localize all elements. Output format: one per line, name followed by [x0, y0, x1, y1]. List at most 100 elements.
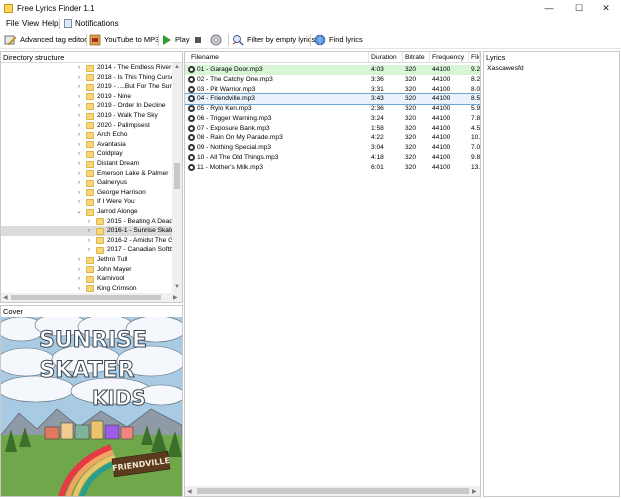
directory-horizontal-scrollbar[interactable]: ◀ ▶: [1, 293, 182, 302]
tree-item[interactable]: › 2019 - Order In Decline: [1, 101, 172, 111]
column-header-filename[interactable]: Filename: [185, 52, 369, 63]
files-horizontal-scrollbar[interactable]: ◀ ▶: [185, 486, 480, 496]
chevron-right-icon[interactable]: ›: [75, 121, 83, 131]
chevron-right-icon[interactable]: ›: [75, 140, 83, 150]
maximize-button[interactable]: ☐: [564, 0, 594, 17]
file-row[interactable]: 10 - All The Old Things.mp3 4:18 320 44100 9…: [185, 153, 480, 163]
tree-item-label: Coldplay: [97, 150, 123, 158]
chevron-right-icon[interactable]: ›: [75, 159, 83, 169]
folder-icon: [86, 93, 94, 101]
chevron-right-icon[interactable]: ›: [75, 197, 83, 207]
tree-item[interactable]: › George Harrison: [1, 188, 172, 198]
file-row[interactable]: 01 - Garage Door.mp3 4:03 320 44100 9.29: [185, 65, 480, 75]
chevron-right-icon[interactable]: ›: [75, 73, 83, 83]
tree-item[interactable]: › King Crimson: [1, 284, 172, 293]
chevron-right-icon[interactable]: ›: [75, 101, 83, 111]
cell-duration: 3:36: [371, 75, 384, 83]
tree-item[interactable]: › Avantasia: [1, 140, 172, 150]
scroll-right-icon[interactable]: ▶: [173, 294, 178, 301]
cell-filename: 03 - Pit Warrior.mp3: [197, 85, 256, 93]
column-header-frequency[interactable]: Frequency: [430, 52, 469, 63]
tree-item[interactable]: › Arch Echo: [1, 130, 172, 140]
tree-item[interactable]: › John Mayer: [1, 265, 172, 275]
cell-frequency: 44100: [432, 144, 451, 151]
menu-help[interactable]: Help: [42, 19, 58, 28]
advanced-tag-editor-button[interactable]: Advanced tag editor: [4, 33, 87, 47]
chevron-right-icon[interactable]: ›: [75, 284, 83, 293]
tree-item[interactable]: › If I Were You: [1, 197, 172, 207]
tree-item[interactable]: › 2020 - Palimpsest: [1, 121, 172, 131]
filter-empty-lyrics-button[interactable]: Filter by empty lyrics: [232, 33, 315, 47]
column-header-bitrate[interactable]: Bitrate: [403, 52, 430, 63]
tree-item[interactable]: › 2014 - The Endless River: [1, 63, 172, 73]
tree-item[interactable]: › Coldplay: [1, 149, 172, 159]
file-row[interactable]: 03 - Pit Warrior.mp3 3:31 320 44100 8.05: [185, 85, 480, 95]
tree-item[interactable]: ⌄ Jarrod Alonge: [1, 207, 172, 217]
chevron-right-icon[interactable]: ›: [75, 92, 83, 102]
lyrics-editor[interactable]: Xascawesfd: [487, 65, 524, 72]
column-header-duration[interactable]: Duration: [369, 52, 403, 63]
file-row[interactable]: 07 - Exposure Bank.mp3 1:58 320 44100 4.52: [185, 124, 480, 134]
scroll-left-icon[interactable]: ◀: [187, 488, 192, 495]
chevron-right-icon[interactable]: ›: [85, 236, 93, 246]
tree-item[interactable]: › Distant Dream: [1, 159, 172, 169]
chevron-right-icon[interactable]: ›: [75, 130, 83, 140]
chevron-down-icon[interactable]: ⌄: [75, 207, 83, 217]
chevron-right-icon[interactable]: ›: [75, 63, 83, 73]
tree-item[interactable]: › 2017 - Canadian Softball: [1, 245, 172, 255]
chevron-right-icon[interactable]: ›: [75, 149, 83, 159]
cd-button[interactable]: [210, 33, 225, 47]
directory-scroll-thumb[interactable]: [174, 163, 180, 189]
file-row[interactable]: 08 - Rain On My Parade.mp3 4:22 320 44100 10…: [185, 133, 480, 143]
tree-item[interactable]: › Karnivool: [1, 274, 172, 284]
tree-item[interactable]: › 2019 - ....But For The Sun: [1, 82, 172, 92]
chevron-right-icon[interactable]: ›: [75, 274, 83, 284]
directory-vertical-scrollbar[interactable]: ▲ ▼: [172, 63, 182, 293]
title-bar: Free Lyrics Finder 1.1 — ☐ ✕: [0, 0, 621, 17]
menu-file[interactable]: File: [6, 19, 19, 28]
scroll-down-icon[interactable]: ▼: [174, 284, 180, 290]
file-row[interactable]: 05 - Rylo Ken.mp3 2:36 320 44100 5.97: [185, 104, 480, 114]
chevron-right-icon[interactable]: ›: [75, 265, 83, 275]
find-lyrics-button[interactable]: Find lyrics: [314, 33, 363, 47]
chevron-right-icon[interactable]: ›: [85, 217, 93, 227]
files-hscroll-thumb[interactable]: [197, 488, 469, 494]
scroll-up-icon[interactable]: ▲: [174, 64, 180, 70]
chevron-right-icon[interactable]: ›: [75, 178, 83, 188]
chevron-right-icon[interactable]: ›: [85, 226, 93, 236]
chevron-right-icon[interactable]: ›: [75, 82, 83, 92]
menu-notifications[interactable]: Notifications: [75, 19, 119, 28]
tree-item[interactable]: › 2018 - Is This Thing Cursed: [1, 73, 172, 83]
tree-item[interactable]: › 2019 - Walk The Sky: [1, 111, 172, 121]
file-row[interactable]: 09 - Nothing Special.mp3 3:04 320 44100 7.04: [185, 143, 480, 153]
close-button[interactable]: ✕: [591, 0, 621, 17]
youtube-icon: [89, 34, 101, 46]
chevron-right-icon[interactable]: ›: [85, 245, 93, 255]
chevron-right-icon[interactable]: ›: [75, 169, 83, 179]
file-row[interactable]: 02 - The Catchy One.mp3 3:36 320 44100 8.24: [185, 75, 480, 85]
youtube-label: YouTube to MP3: [104, 35, 160, 44]
menu-view[interactable]: View: [22, 19, 39, 28]
tree-item[interactable]: › 2019 - Nine: [1, 92, 172, 102]
tree-item[interactable]: › Emerson Lake & Palmer: [1, 169, 172, 179]
tree-item[interactable]: › 2015 - Beating A Dead H: [1, 217, 172, 227]
chevron-right-icon[interactable]: ›: [75, 255, 83, 265]
chevron-right-icon[interactable]: ›: [75, 188, 83, 198]
file-row[interactable]: 11 - Mother's Milk.mp3 6:01 320 44100 13.7: [185, 163, 480, 173]
file-row[interactable]: 06 - Trigger Warning.mp3 3:24 320 44100 7.80: [185, 114, 480, 124]
minimize-button[interactable]: —: [534, 0, 564, 17]
tree-item[interactable]: › 2016-2 - Amidst The Gra: [1, 236, 172, 246]
stop-button[interactable]: [194, 33, 206, 47]
folder-icon: [96, 227, 104, 235]
tree-item[interactable]: › Galneryus: [1, 178, 172, 188]
tree-item[interactable]: › Jethro Tull: [1, 255, 172, 265]
scroll-right-icon[interactable]: ▶: [472, 488, 477, 495]
play-button[interactable]: Play: [162, 33, 190, 47]
chevron-right-icon[interactable]: ›: [75, 111, 83, 121]
youtube-to-mp3-button[interactable]: YouTube to MP3: [89, 33, 159, 47]
column-header-file[interactable]: File: [469, 52, 480, 63]
tree-item[interactable]: › 2016-1 - Sunrise Skater I: [1, 226, 172, 236]
scroll-left-icon[interactable]: ◀: [3, 294, 8, 301]
file-row[interactable]: 04 - Friendville.mp3 3:43 320 44100 8.52: [185, 93, 480, 105]
directory-hscroll-thumb[interactable]: [11, 295, 161, 300]
